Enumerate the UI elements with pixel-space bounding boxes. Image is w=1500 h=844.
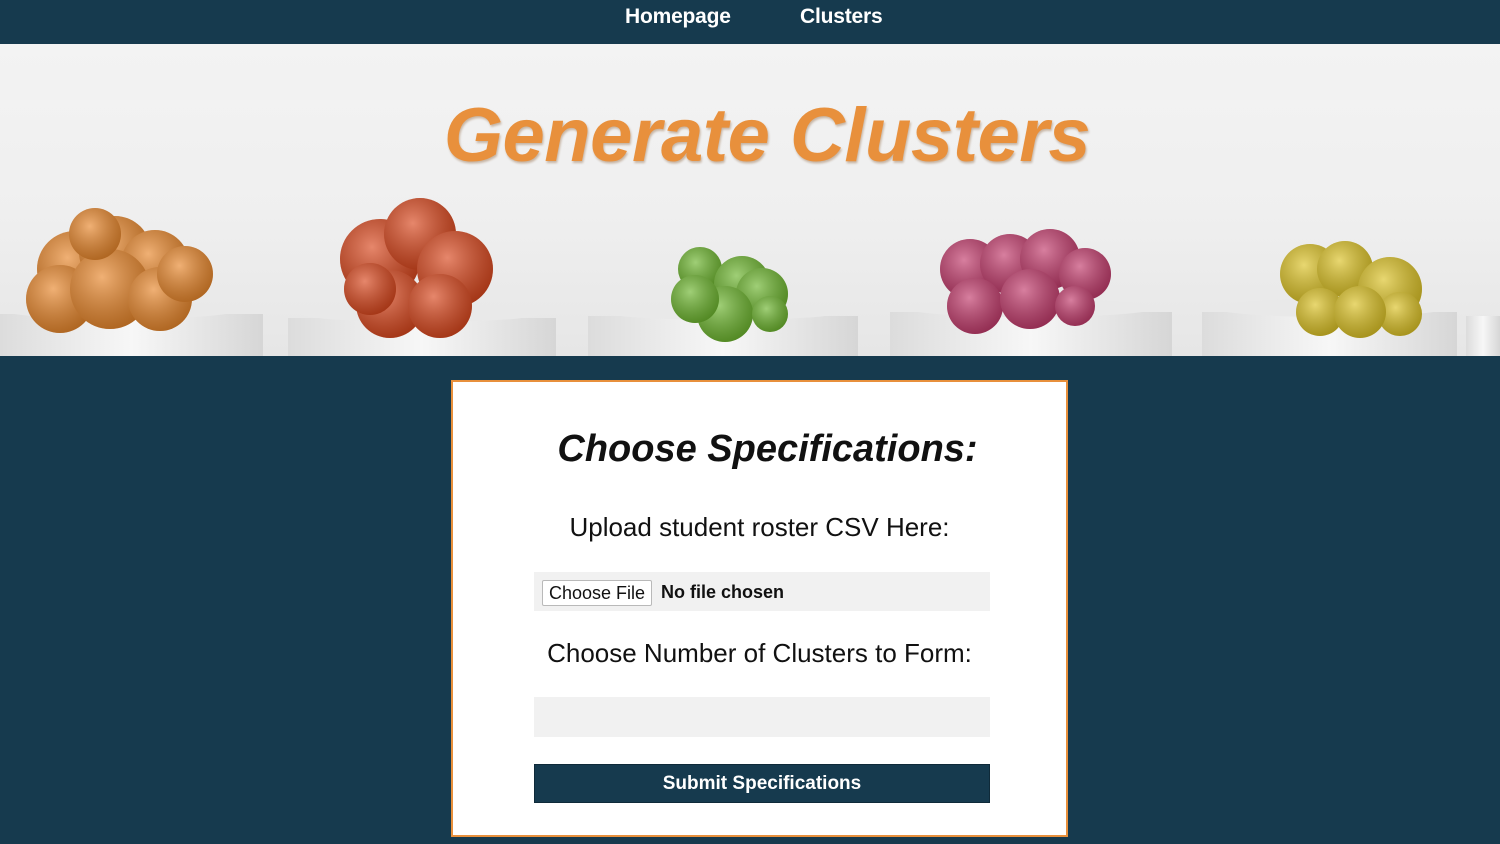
- specifications-card: Choose Specifications: Upload student ro…: [451, 380, 1068, 837]
- top-nav: Homepage Clusters: [0, 0, 1500, 44]
- nav-link-homepage[interactable]: Homepage: [625, 5, 731, 29]
- submit-specifications-button[interactable]: Submit Specifications: [534, 764, 990, 803]
- upload-label: Upload student roster CSV Here:: [569, 512, 950, 542]
- clusters-label: Choose Number of Clusters to Form:: [547, 638, 972, 668]
- page-title: Generate Clusters: [443, 93, 1091, 178]
- nav-link-clusters[interactable]: Clusters: [800, 5, 883, 29]
- form-title: Choose Specifications:: [557, 428, 978, 470]
- file-input[interactable]: Choose File No file chosen: [534, 572, 990, 611]
- choose-file-button[interactable]: Choose File: [542, 580, 653, 606]
- cactus-banner-image: [0, 198, 1500, 356]
- cluster-count-input[interactable]: [534, 697, 990, 737]
- hero-banner: Generate Clusters: [0, 44, 1500, 356]
- file-status-text: No file chosen: [661, 582, 785, 602]
